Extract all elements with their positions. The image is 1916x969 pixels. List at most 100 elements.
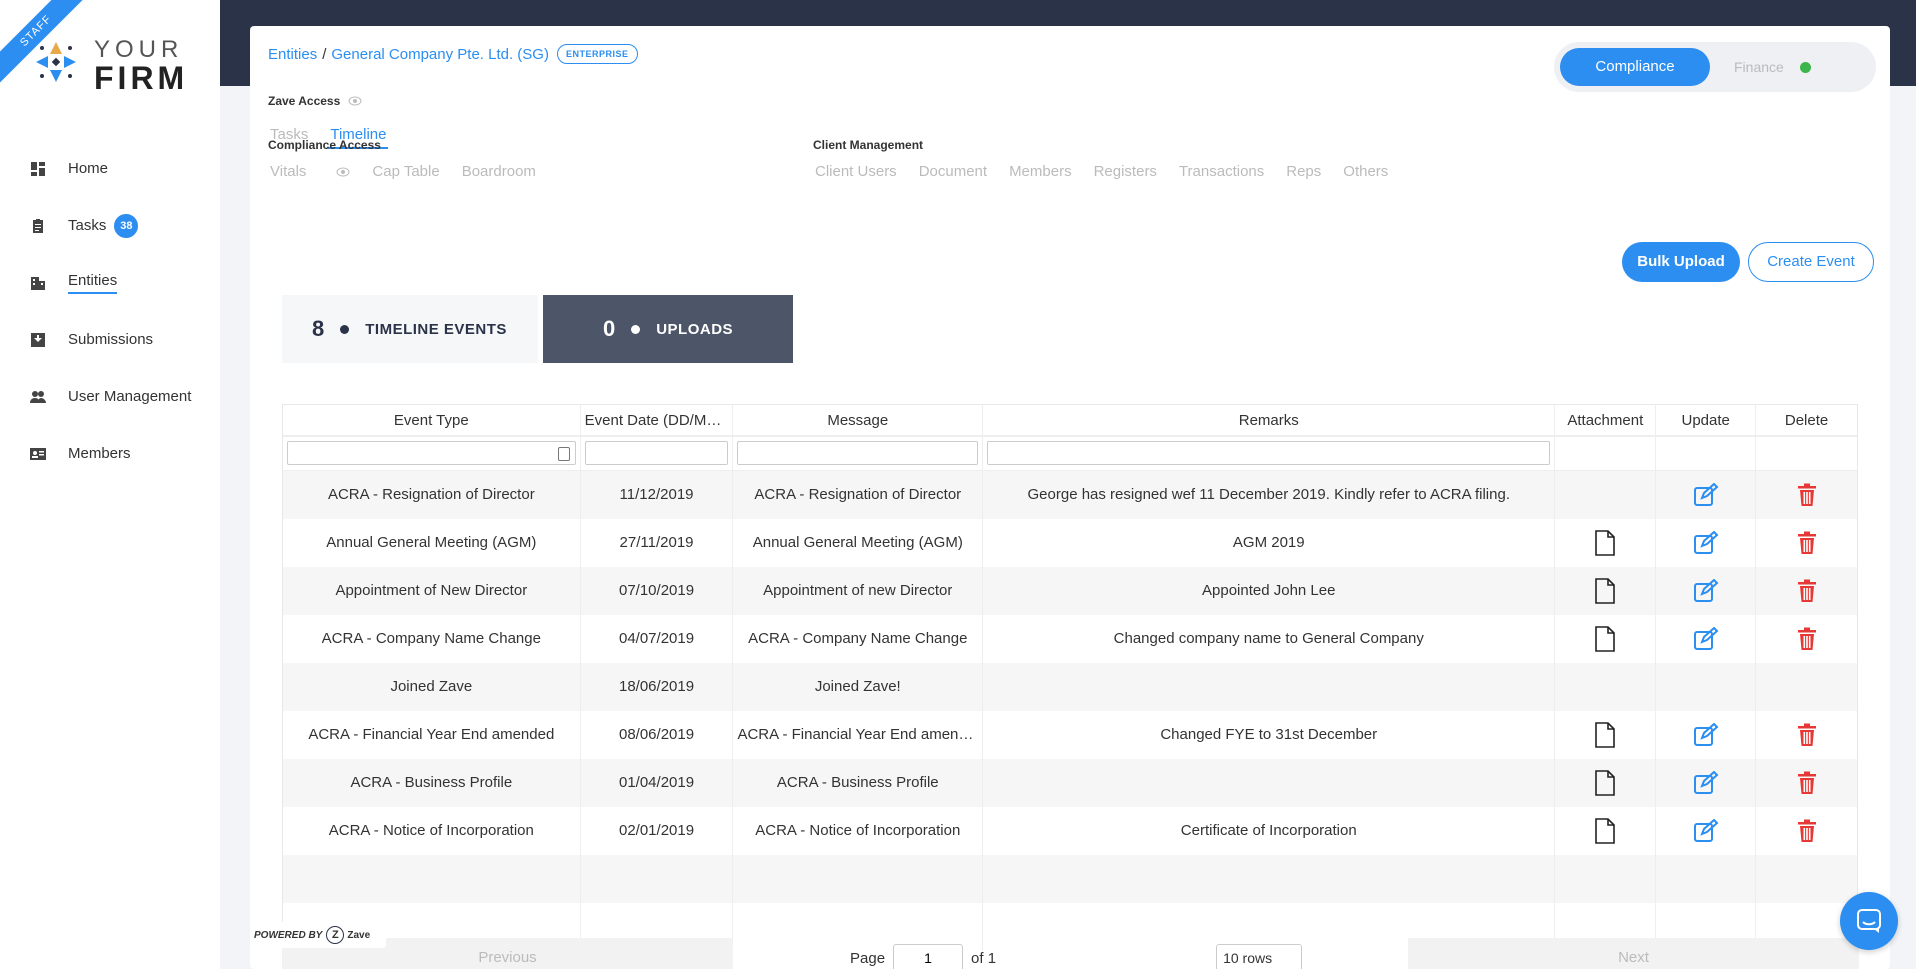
sidebar-item-home[interactable]: Home xyxy=(0,140,220,197)
uploads-stat[interactable]: 0 UPLOADS xyxy=(543,295,793,363)
link-document[interactable]: Document xyxy=(919,163,987,180)
delete-cell xyxy=(1756,711,1857,759)
eye-icon[interactable] xyxy=(348,96,362,106)
remarks-text: Certificate of Incorporation xyxy=(1180,822,1357,839)
firm-logo[interactable]: YOUR FIRM xyxy=(30,34,200,96)
document-icon[interactable] xyxy=(1592,722,1618,748)
breadcrumb-entities-link[interactable]: Entities xyxy=(268,46,317,63)
remarks-cell: Changed FYE to 31st December xyxy=(983,711,1556,759)
remarks-cell: AGM 2019 xyxy=(983,519,1556,567)
sidebar-item-user-management[interactable]: User Management xyxy=(0,368,220,425)
remarks-cell xyxy=(983,663,1556,711)
chat-launcher-button[interactable] xyxy=(1840,892,1898,950)
table-row[interactable]: ACRA - Financial Year End amended 08/06/2… xyxy=(283,711,1857,759)
trash-icon[interactable] xyxy=(1794,626,1820,652)
document-icon[interactable] xyxy=(1592,770,1618,796)
powered-by-label: POWERED BY xyxy=(254,929,323,941)
timeline-events-stat[interactable]: 8 TIMELINE EVENTS xyxy=(282,295,538,363)
event-type-text: ACRA - Resignation of Director xyxy=(327,486,535,503)
link-reps[interactable]: Reps xyxy=(1286,163,1321,180)
uploads-count: 0 xyxy=(602,316,616,341)
client-management-links: Client Users Document Members Registers … xyxy=(815,163,1410,180)
edit-icon[interactable] xyxy=(1693,722,1719,748)
sidebar-item-entities[interactable]: Entities xyxy=(0,254,220,311)
column-header-message[interactable]: Message xyxy=(733,405,984,435)
finance-toggle-button[interactable]: Finance xyxy=(1734,48,1864,86)
link-members[interactable]: Members xyxy=(1009,163,1072,180)
event-type-cell: ACRA - Financial Year End amended xyxy=(283,711,581,759)
next-page-button[interactable]: Next xyxy=(1408,938,1859,969)
edit-icon[interactable] xyxy=(1693,818,1719,844)
edit-icon[interactable] xyxy=(1693,578,1719,604)
event-type-cell: Annual General Meeting (AGM) xyxy=(283,519,581,567)
edit-icon[interactable] xyxy=(1693,482,1719,508)
table-row[interactable]: Annual General Meeting (AGM) 27/11/2019 An… xyxy=(283,519,1857,567)
bulk-upload-button[interactable]: Bulk Upload xyxy=(1622,242,1740,282)
rows-per-page-select[interactable]: 10 rows xyxy=(1216,944,1303,969)
event-date-filter-input[interactable] xyxy=(584,441,729,465)
document-icon[interactable] xyxy=(1592,530,1618,556)
trash-icon[interactable] xyxy=(1794,578,1820,604)
empty-cell xyxy=(283,855,581,903)
column-header-attachment[interactable]: Attachment xyxy=(1555,405,1657,435)
document-icon[interactable] xyxy=(1592,818,1618,844)
page-number-input[interactable] xyxy=(893,944,964,969)
trash-icon[interactable] xyxy=(1794,530,1820,556)
update-filter-cell xyxy=(1656,437,1757,470)
link-boardroom[interactable]: Boardroom xyxy=(462,163,536,180)
edit-icon[interactable] xyxy=(1693,770,1719,796)
table-row[interactable]: ACRA - Business Profile 01/04/2019 ACRA - … xyxy=(283,759,1857,807)
sidebar-item-members[interactable]: Members xyxy=(0,425,220,482)
page-controls: Page of 1 10 rows xyxy=(850,938,1303,969)
link-others[interactable]: Others xyxy=(1343,163,1388,180)
delete-cell xyxy=(1756,567,1857,615)
delete-cell xyxy=(1756,519,1857,567)
table-row[interactable]: Joined Zave 18/06/2019 Joined Zave! xyxy=(283,663,1857,711)
compliance-access-links: Vitals Cap Table Boardroom xyxy=(270,163,558,180)
document-icon[interactable] xyxy=(1592,626,1618,652)
sidebar-item-submissions[interactable]: Submissions xyxy=(0,311,220,368)
compliance-toggle-button[interactable]: Compliance xyxy=(1560,48,1710,86)
event-date-filter xyxy=(581,437,734,470)
empty-cell xyxy=(983,855,1556,903)
event-type-filter-select[interactable] xyxy=(287,441,576,465)
table-row[interactable]: ACRA - Notice of Incorporation 02/01/2019… xyxy=(283,807,1857,855)
link-vitals[interactable]: Vitals xyxy=(270,163,350,180)
inbox-icon xyxy=(30,332,46,348)
empty-cell xyxy=(1656,855,1757,903)
trash-icon[interactable] xyxy=(1794,818,1820,844)
sidebar-item-label: Entities xyxy=(68,272,118,294)
link-cap-table[interactable]: Cap Table xyxy=(372,163,439,180)
sidebar-item-tasks[interactable]: Tasks 38 xyxy=(0,197,220,254)
filter-row xyxy=(283,437,1857,471)
column-header-event-date[interactable]: Event Date (DD/MM/YYYY) xyxy=(581,405,734,435)
table-row[interactable]: ACRA - Company Name Change 04/07/2019 ACRA… xyxy=(283,615,1857,663)
edit-icon[interactable] xyxy=(1693,626,1719,652)
link-transactions[interactable]: Transactions xyxy=(1179,163,1264,180)
link-registers[interactable]: Registers xyxy=(1094,163,1157,180)
column-header-remarks[interactable]: Remarks xyxy=(983,405,1556,435)
remarks-filter-input[interactable] xyxy=(987,441,1551,465)
event-date-cell: 27/11/2019 xyxy=(581,519,734,567)
trash-icon[interactable] xyxy=(1794,770,1820,796)
trash-icon[interactable] xyxy=(1794,722,1820,748)
trash-icon[interactable] xyxy=(1794,482,1820,508)
table-row[interactable]: ACRA - Resignation of Director 11/12/2019… xyxy=(283,471,1857,519)
link-client-users[interactable]: Client Users xyxy=(815,163,897,180)
event-type-text: ACRA - Financial Year End amended xyxy=(308,726,555,743)
logo-mark-icon xyxy=(36,42,76,82)
message-text: Annual General Meeting (AGM) xyxy=(752,534,963,551)
compliance-access-label: Compliance Access xyxy=(268,138,381,152)
table-row[interactable]: Appointment of New Director 07/10/2019 App… xyxy=(283,567,1857,615)
message-filter-input[interactable] xyxy=(737,441,979,465)
edit-icon[interactable] xyxy=(1693,530,1719,556)
dashboard-icon xyxy=(30,161,46,177)
message-cell: Annual General Meeting (AGM) xyxy=(733,519,984,567)
document-icon[interactable] xyxy=(1592,578,1618,604)
zave-access-label: Zave Access xyxy=(268,94,362,108)
powered-by-badge[interactable]: POWERED BY Z Zave xyxy=(250,922,386,948)
create-event-button[interactable]: Create Event xyxy=(1748,242,1874,282)
breadcrumb-entity-link[interactable]: General Company Pte. Ltd. (SG) xyxy=(331,46,549,63)
event-date-cell: 08/06/2019 xyxy=(581,711,734,759)
column-header-event-type[interactable]: Event Type xyxy=(283,405,581,435)
